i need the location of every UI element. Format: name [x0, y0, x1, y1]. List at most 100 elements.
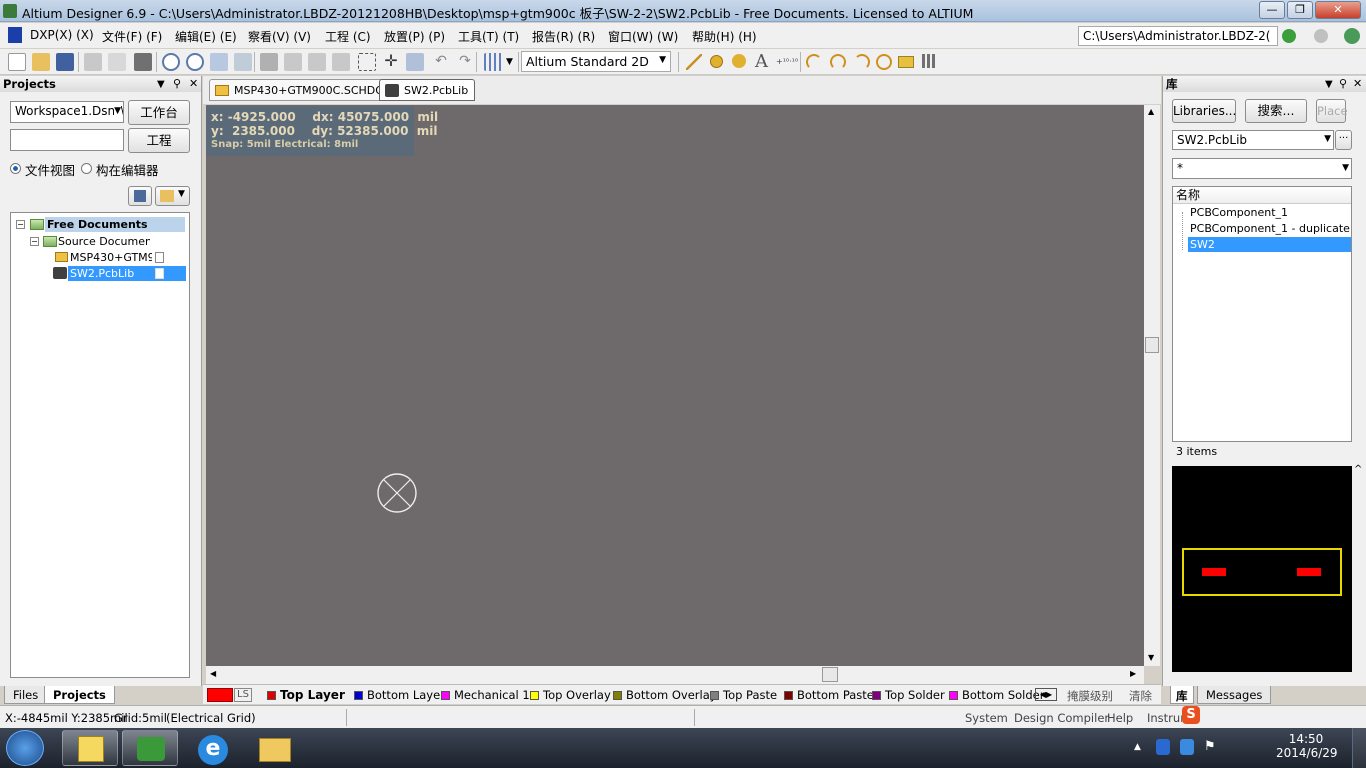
design-compiler-button[interactable]: Design Compiler [1014, 711, 1109, 725]
library-options-button[interactable]: ··· [1335, 130, 1352, 150]
tab-msp430-schdoc[interactable]: MSP430+GTM900C.SCHDOC [209, 79, 399, 101]
flag-icon[interactable]: ⚑ [1204, 739, 1216, 754]
system-button[interactable]: System [965, 711, 1008, 725]
taskbar-altium-app[interactable] [122, 730, 178, 766]
place-pad-icon[interactable] [710, 55, 723, 68]
project-combo[interactable] [10, 129, 124, 151]
print-icon[interactable] [84, 53, 102, 71]
scroll-up-icon[interactable]: ▲ [1148, 107, 1154, 116]
full-circle-icon[interactable] [876, 54, 892, 70]
workspace-button[interactable]: 工作台 [128, 100, 190, 125]
close-icon[interactable]: ✕ [189, 76, 198, 92]
tree-doc-msp430[interactable]: MSP430+GTM9( [70, 250, 152, 265]
menu-window[interactable]: 窗口(W) (W) [608, 28, 678, 45]
menu-tools[interactable]: 工具(T) (T) [458, 28, 519, 45]
filter-combo[interactable]: * ▼ [1172, 158, 1352, 179]
menu-place[interactable]: 放置(P) (P) [384, 28, 445, 45]
list-item-selected[interactable]: SW2 [1188, 237, 1351, 252]
tab-sw2-pcblib[interactable]: SW2.PcbLib [379, 79, 476, 101]
show-desktop-button[interactable] [1352, 728, 1366, 768]
arc-any-icon[interactable] [854, 54, 870, 70]
grid-icon[interactable] [484, 53, 502, 71]
menu-reports[interactable]: 报告(R) (R) [532, 28, 595, 45]
zoom-in-icon[interactable] [162, 53, 180, 71]
tab-library[interactable]: 库 [1170, 686, 1194, 704]
add-document-button[interactable]: ▼ [155, 186, 190, 206]
taskbar-explorer-app[interactable] [246, 730, 302, 766]
layer-tab-top-paste[interactable]: Top Paste [710, 688, 777, 702]
tab-projects[interactable]: Projects [44, 686, 115, 704]
paste-icon[interactable] [308, 53, 326, 71]
panel-menu-icon[interactable]: ▼ [157, 77, 165, 93]
document-path-box[interactable]: C:\Users\Administrator.LBDZ-2( [1078, 26, 1278, 46]
close-icon[interactable]: ✕ [1353, 76, 1362, 92]
forward-arrow-icon[interactable] [1314, 29, 1328, 43]
vertical-scrollbar[interactable]: ▲ ▼ [1144, 105, 1160, 666]
close-button[interactable]: ✕ [1315, 1, 1361, 19]
layers-icon[interactable] [134, 53, 152, 71]
pcb-canvas[interactable] [206, 105, 1144, 666]
open-icon[interactable] [32, 53, 50, 71]
pin-icon[interactable]: ⚲ [1339, 76, 1347, 92]
layer-tab-mechanical-1[interactable]: Mechanical 1 [441, 688, 530, 702]
new-icon[interactable] [8, 53, 26, 71]
layer-tab-top-overlay[interactable]: Top Overlay [530, 688, 611, 702]
maximize-button[interactable]: ❐ [1287, 1, 1313, 19]
view-config-combo[interactable]: Altium Standard 2D ▼ [521, 51, 671, 72]
menu-dxp[interactable]: DXP(X) (X) [30, 28, 94, 42]
deselect-icon[interactable] [406, 53, 424, 71]
file-view-radio[interactable] [10, 163, 21, 174]
menu-file[interactable]: 文件(F) (F) [102, 28, 162, 45]
redo-icon[interactable]: ↷ [456, 53, 474, 71]
layer-tab-bottom-overlay[interactable]: Bottom Overlay [613, 688, 717, 702]
cut-icon[interactable] [260, 53, 278, 71]
layer-tab-bottom-solder[interactable]: Bottom Solder [949, 688, 1044, 702]
list-item[interactable]: PCBComponent_1 [1190, 205, 1288, 220]
menu-view[interactable]: 察看(V) (V) [248, 28, 311, 45]
layer-scroll-arrows[interactable]: ◀▶ [1035, 688, 1057, 701]
menu-edit[interactable]: 编辑(E) (E) [175, 28, 237, 45]
instruments-button[interactable]: Instrume [1147, 711, 1182, 725]
place-line-icon[interactable] [686, 54, 702, 70]
scroll-left-icon[interactable]: ◀ [210, 669, 216, 678]
scroll-thumb[interactable] [1145, 337, 1159, 353]
minimize-button[interactable]: — [1259, 1, 1285, 19]
current-layer-swatch[interactable] [207, 688, 233, 702]
libraries-button[interactable]: Libraries... [1172, 99, 1236, 123]
place-string-icon[interactable]: A [755, 51, 768, 72]
project-options-button[interactable] [128, 186, 152, 206]
zoom-selection-icon[interactable] [234, 53, 252, 71]
select-area-icon[interactable] [358, 53, 376, 71]
taskbar-notepad-app[interactable] [62, 730, 118, 766]
tab-files[interactable]: Files [4, 686, 48, 704]
layer-tab-top-layer[interactable]: Top Layer [267, 688, 345, 702]
collapse-toggle[interactable]: − [16, 220, 25, 229]
layer-set-button[interactable]: LS [234, 688, 252, 702]
scroll-thumb[interactable] [822, 667, 838, 682]
copy-icon[interactable] [284, 53, 302, 71]
save-icon[interactable] [56, 53, 74, 71]
horizontal-scrollbar[interactable]: ◀ ▶ [206, 666, 1144, 684]
zoom-fit-icon[interactable] [210, 53, 228, 71]
column-header-name[interactable]: 名称 [1173, 187, 1351, 204]
panel-menu-icon[interactable]: ▼ [1325, 77, 1333, 93]
layer-tab-top-solder[interactable]: Top Solder [872, 688, 945, 702]
list-item[interactable]: PCBComponent_1 - duplicate [1190, 221, 1350, 236]
home-icon[interactable] [1344, 28, 1360, 44]
grid-dropdown-icon[interactable]: ▼ [506, 57, 513, 67]
mask-level-button[interactable]: 掩膜级别 [1067, 688, 1113, 704]
system-clock[interactable]: 14:50 2014/6/29 [1276, 732, 1338, 760]
clear-button[interactable]: 清除 [1129, 688, 1152, 704]
menu-help[interactable]: 帮助(H) (H) [692, 28, 757, 45]
project-button[interactable]: 工程 [128, 128, 190, 153]
array-paste-icon[interactable] [922, 54, 936, 68]
layer-tab-bottom-paste[interactable]: Bottom Paste [784, 688, 874, 702]
arc-center-icon[interactable] [830, 54, 846, 70]
library-combo[interactable]: SW2.PcbLib ▼ [1172, 130, 1334, 150]
collapse-up-icon[interactable]: ^ [1354, 464, 1362, 475]
scroll-right-icon[interactable]: ▶ [1130, 669, 1136, 678]
tree-doc-sw2-pcblib[interactable]: SW2.PcbLib [68, 266, 186, 281]
layer-tab-bottom-layer[interactable]: Bottom Layer [354, 688, 445, 702]
fill-icon[interactable] [898, 56, 914, 68]
tab-messages[interactable]: Messages [1197, 686, 1272, 704]
